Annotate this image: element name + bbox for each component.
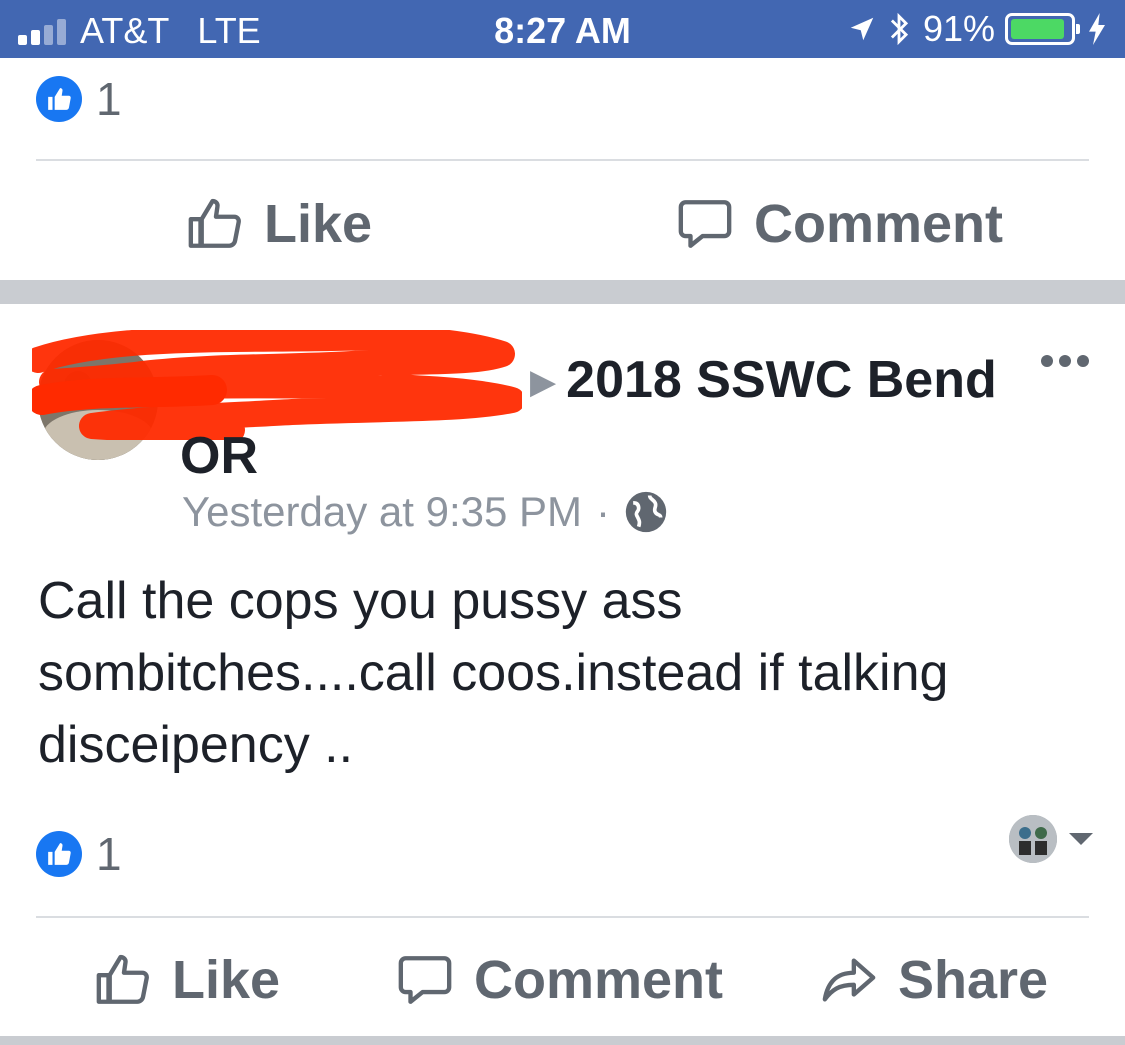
previous-post-actions: Like Comment — [0, 168, 1125, 280]
location-arrow-icon — [850, 17, 874, 41]
meta-separator: · — [596, 488, 611, 535]
post-header-title: ▶ 2018 SSWC Bend OR — [180, 345, 1020, 491]
like-count: 1 — [96, 828, 122, 880]
post-reactions[interactable]: 1 — [36, 827, 122, 881]
post-timestamp[interactable]: Yesterday at 9:35 PM — [182, 488, 582, 536]
divider — [36, 159, 1089, 161]
thumbs-up-icon — [188, 198, 241, 248]
status-bar: AT&T LTE 8:27 AM 91% — [0, 0, 1125, 58]
share-button[interactable]: Share — [820, 924, 1048, 1036]
comment-icon — [678, 200, 732, 248]
post-separator — [0, 1036, 1125, 1045]
comment-icon — [398, 956, 452, 1004]
more-options-icon[interactable] — [1035, 355, 1089, 367]
like-button[interactable]: Like — [94, 924, 280, 1036]
post-separator — [0, 280, 1125, 304]
like-count: 1 — [96, 73, 122, 125]
share-arrow-icon — [822, 958, 876, 1002]
share-to-arrow-icon: ▶ — [530, 363, 557, 401]
group-name-link[interactable]: 2018 SSWC Bend OR — [180, 351, 997, 485]
post-meta: Yesterday at 9:35 PM · — [182, 488, 668, 536]
viewer-avatar — [1009, 815, 1057, 863]
share-label: Share — [898, 950, 1049, 1010]
charging-bolt-icon — [1089, 13, 1105, 45]
battery-fill — [1011, 19, 1064, 39]
status-right: 91% — [847, 8, 1107, 50]
post-actions: Like Comment Share — [0, 924, 1125, 1036]
like-reaction-icon — [36, 76, 82, 122]
battery-icon — [1005, 13, 1080, 45]
like-label: Like — [172, 950, 281, 1010]
like-reaction-icon — [36, 831, 82, 877]
comment-label: Comment — [754, 194, 1004, 254]
globe-icon — [625, 491, 667, 533]
post-body: Call the cops you pussy ass sombitches..… — [38, 572, 949, 774]
thumbs-up-icon — [96, 954, 149, 1004]
comment-label: Comment — [474, 950, 724, 1010]
comment-button[interactable]: Comment — [676, 168, 1003, 280]
comment-button[interactable]: Comment — [396, 924, 723, 1036]
divider — [36, 916, 1089, 918]
chevron-down-icon — [1069, 833, 1093, 845]
bluetooth-icon — [890, 12, 909, 46]
previous-post-reactions[interactable]: 1 — [36, 72, 122, 126]
battery-percent: 91% — [922, 8, 995, 49]
like-button[interactable]: Like — [186, 168, 372, 280]
like-label: Like — [264, 194, 373, 254]
react-as-selector[interactable] — [1009, 815, 1093, 863]
